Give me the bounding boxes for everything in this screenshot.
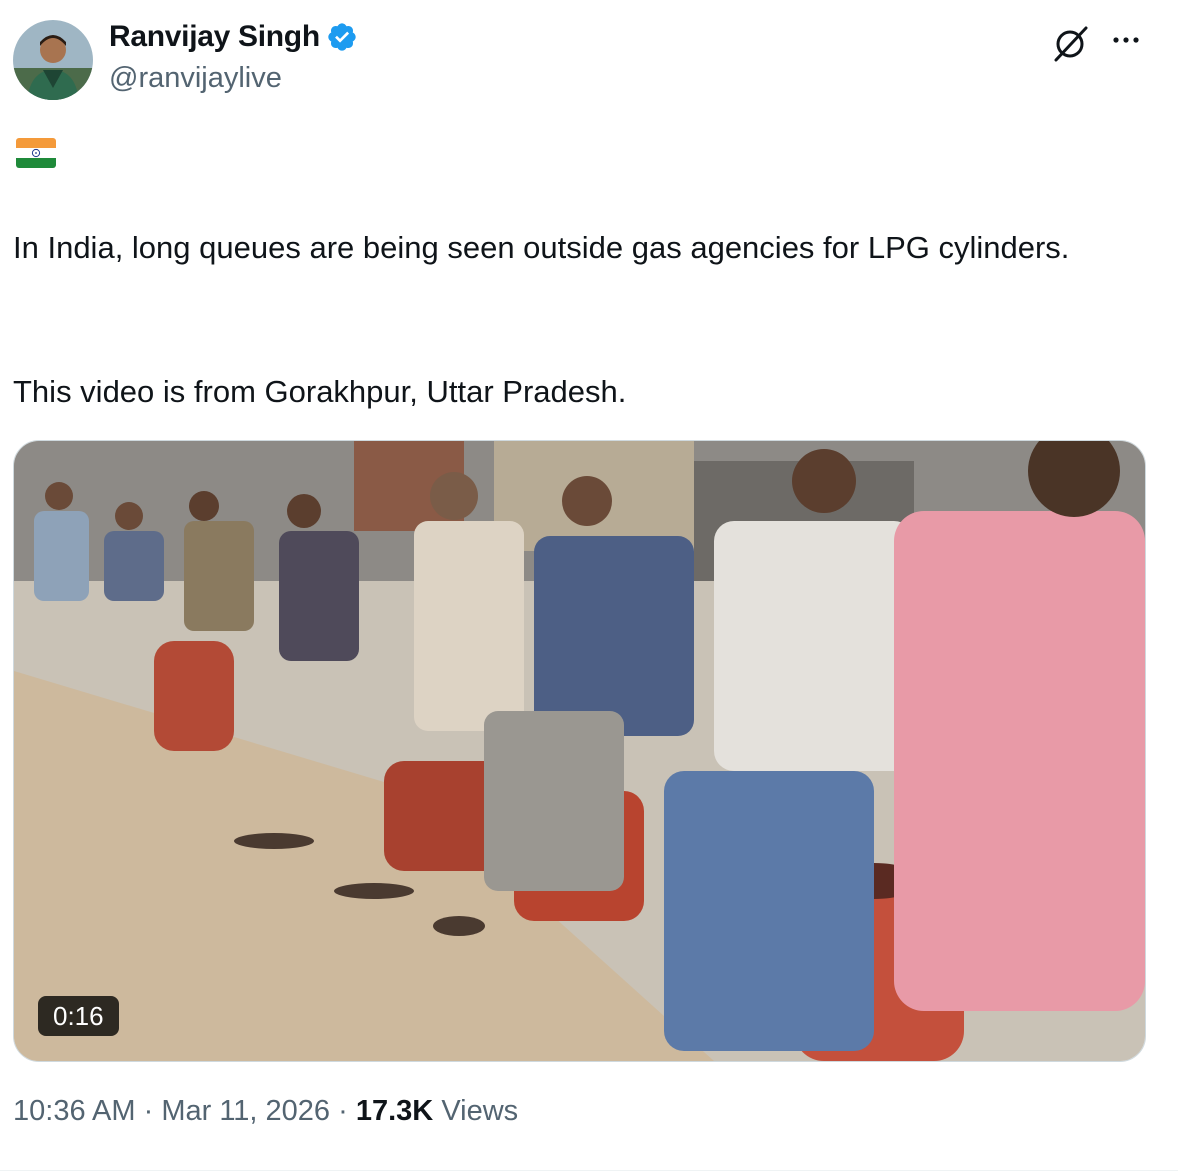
india-flag-emoji [16,138,56,168]
grok-icon[interactable] [1050,24,1090,64]
author-handle[interactable]: @ranvijaylive [109,62,282,95]
divider [0,1170,1178,1171]
views-label: Views [441,1095,519,1127]
avatar[interactable] [13,20,93,100]
tweet-text-line1: In India, long queues are being seen out… [13,230,1070,265]
views-count: 17.3K [355,1095,434,1127]
tweet-time[interactable]: 10:36 AM [13,1095,136,1127]
more-options-icon[interactable] [1108,22,1144,58]
author-name[interactable]: Ranvijay Singh [109,20,358,54]
meta-separator: · [338,1095,348,1127]
tweet-text-line2: This video is from Gorakhpur, Uttar Prad… [13,374,627,409]
verified-badge-icon [328,23,356,51]
tweet-date[interactable]: Mar 11, 2026 [161,1095,330,1127]
video-duration-badge: 0:16 [38,996,119,1036]
author-name-text: Ranvijay Singh [109,20,320,53]
video-player[interactable] [13,440,1146,1062]
meta-separator: · [143,1095,154,1127]
tweet-meta: 10:36 AM · Mar 11, 2026 · 17.3K Views [13,1095,518,1128]
video-thumbnail [14,441,1145,1061]
